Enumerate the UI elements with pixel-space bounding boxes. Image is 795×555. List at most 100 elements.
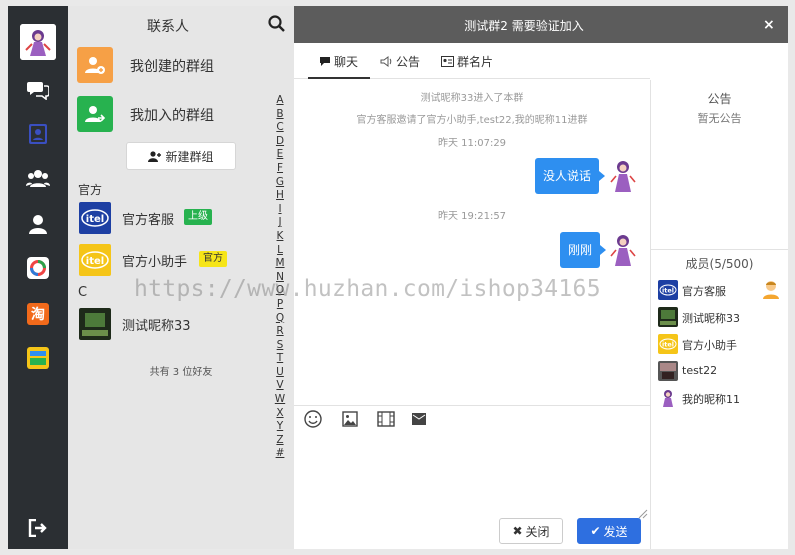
svg-text:itel: itel: [662, 341, 674, 349]
user-avatar[interactable]: [20, 24, 56, 60]
taobao-icon[interactable]: 淘: [26, 302, 50, 326]
contacts-book-icon[interactable]: [26, 122, 50, 146]
member-row[interactable]: 我的昵称11: [658, 387, 784, 409]
image-icon[interactable]: [340, 409, 360, 429]
member-row[interactable]: test22: [658, 360, 784, 382]
alphabet-letter[interactable]: J: [274, 216, 286, 230]
photo-avatar: [658, 361, 678, 381]
alphabet-letter[interactable]: R: [274, 325, 286, 339]
svg-text:淘: 淘: [31, 306, 45, 323]
role-badge: 官方: [199, 251, 227, 267]
joined-group-icon: [77, 96, 113, 132]
alphabet-letter[interactable]: X: [274, 407, 286, 421]
itel-avatar: itel: [658, 334, 678, 354]
send-button-label: 发送: [603, 524, 628, 539]
member-name: 我的昵称11: [682, 393, 740, 406]
alphabet-letter[interactable]: L: [274, 244, 286, 258]
emoji-icon[interactable]: [303, 409, 323, 429]
video-icon[interactable]: [376, 409, 396, 429]
notice-title: 公告: [707, 92, 732, 106]
contact-row[interactable]: itel 官方客服 上级: [68, 198, 268, 238]
toolbar-divider: [294, 405, 650, 406]
alphabet-letter[interactable]: F: [274, 162, 286, 176]
message-input[interactable]: [294, 434, 648, 514]
send-button[interactable]: ✔ 发送: [577, 518, 641, 544]
alphabet-letter[interactable]: K: [274, 230, 286, 244]
group-people-icon[interactable]: [26, 166, 50, 190]
alphabet-letter[interactable]: H: [274, 189, 286, 203]
sender-avatar[interactable]: [610, 158, 636, 194]
alphabet-letter[interactable]: Q: [274, 312, 286, 326]
alphabet-letter[interactable]: G: [274, 176, 286, 190]
alphabet-letter[interactable]: Y: [274, 420, 286, 434]
search-icon[interactable]: [268, 15, 285, 36]
friends-count: 共有 3 位好友: [149, 367, 213, 378]
message-list: 测试昵称33进入了本群 官方客服邀请了官方小助手,test22,我的昵称11进群…: [294, 80, 650, 405]
svg-text:itel: itel: [86, 256, 104, 267]
member-row[interactable]: 测试昵称33: [658, 306, 784, 328]
member-row[interactable]: itel 官方小助手: [658, 333, 784, 355]
chat-tabs: 聊天 公告 群名片: [294, 43, 650, 79]
landscape-avatar: [658, 307, 678, 327]
my-joined-groups[interactable]: 我加入的群组: [68, 90, 268, 138]
close-button[interactable]: ✖ 关闭: [499, 518, 563, 544]
landscape-avatar: [79, 308, 111, 340]
tab-label: 公告: [396, 55, 421, 69]
tab-notice[interactable]: 公告: [380, 53, 420, 70]
tab-label: 聊天: [334, 55, 359, 69]
alphabet-letter[interactable]: D: [274, 135, 286, 149]
chat-icon: [320, 57, 330, 66]
chat-title: 测试群2 需要验证加入: [464, 19, 584, 33]
tab-group-card[interactable]: 群名片: [441, 53, 493, 70]
close-icon[interactable]: ×: [763, 17, 775, 33]
members-title: 成员(5/500): [685, 257, 754, 271]
logout-icon[interactable]: [26, 516, 50, 540]
system-message: 官方客服邀请了官方小助手,test22,我的昵称11进群: [356, 115, 588, 126]
alphabet-letter[interactable]: T: [274, 352, 286, 366]
contact-name: 官方小助手: [122, 255, 188, 270]
add-user-icon: [148, 150, 162, 162]
alphabet-letter[interactable]: Z: [274, 434, 286, 448]
alphabet-letter[interactable]: U: [274, 366, 286, 380]
my-created-groups[interactable]: 我创建的群组: [68, 41, 268, 89]
alphabet-letter[interactable]: M: [274, 257, 286, 271]
group-label: 我创建的群组: [130, 59, 214, 75]
create-group-icon: [77, 47, 113, 83]
sender-avatar[interactable]: [610, 232, 636, 268]
single-user-icon[interactable]: [26, 212, 50, 236]
alphabet-letter[interactable]: #: [274, 447, 286, 461]
cards-icon[interactable]: [26, 346, 50, 370]
role-badge: 上级: [184, 209, 212, 225]
alphabet-letter[interactable]: S: [274, 339, 286, 353]
alphabet-letter[interactable]: V: [274, 379, 286, 393]
notice-body: 暂无公告: [697, 112, 742, 125]
chat-bubbles-icon[interactable]: [26, 78, 50, 102]
alphabet-letter[interactable]: B: [274, 108, 286, 122]
alphabet-letter[interactable]: A: [274, 94, 286, 108]
system-message: 测试昵称33进入了本群: [420, 93, 524, 104]
watermark: https://www.huzhan.com/ishop34165: [134, 276, 601, 302]
alphabet-letter[interactable]: W: [274, 393, 286, 407]
member-name: 官方客服: [682, 285, 726, 298]
group-owner-icon: [762, 279, 780, 303]
message-bubble[interactable]: 刚刚: [560, 232, 607, 268]
itel-avatar: itel: [658, 280, 678, 300]
contacts-header: 联系人: [68, 6, 294, 42]
user-avatar: [658, 388, 678, 408]
envelope-icon[interactable]: [409, 409, 429, 429]
app-circle-icon[interactable]: [26, 256, 50, 280]
tab-chat[interactable]: 聊天: [319, 53, 358, 70]
alphabet-letter[interactable]: E: [274, 148, 286, 162]
new-group-button[interactable]: 新建群组: [126, 142, 236, 170]
active-tab-indicator: [308, 77, 370, 79]
section-c: C: [78, 285, 88, 300]
group-label: 我加入的群组: [130, 108, 214, 124]
alphabet-letter[interactable]: I: [274, 203, 286, 217]
card-icon: [441, 56, 454, 67]
contact-row[interactable]: itel 官方小助手 官方: [68, 240, 268, 280]
message-bubble[interactable]: 没人说话: [535, 158, 606, 194]
member-row[interactable]: itel 官方客服: [658, 279, 784, 301]
alphabet-letter[interactable]: C: [274, 121, 286, 135]
contact-row[interactable]: 测试昵称33: [68, 304, 268, 344]
im-app: 淘 联系人 我创建的群组 我加入的群组 新建群组 官方 itel 官方客服 上级…: [0, 0, 795, 555]
